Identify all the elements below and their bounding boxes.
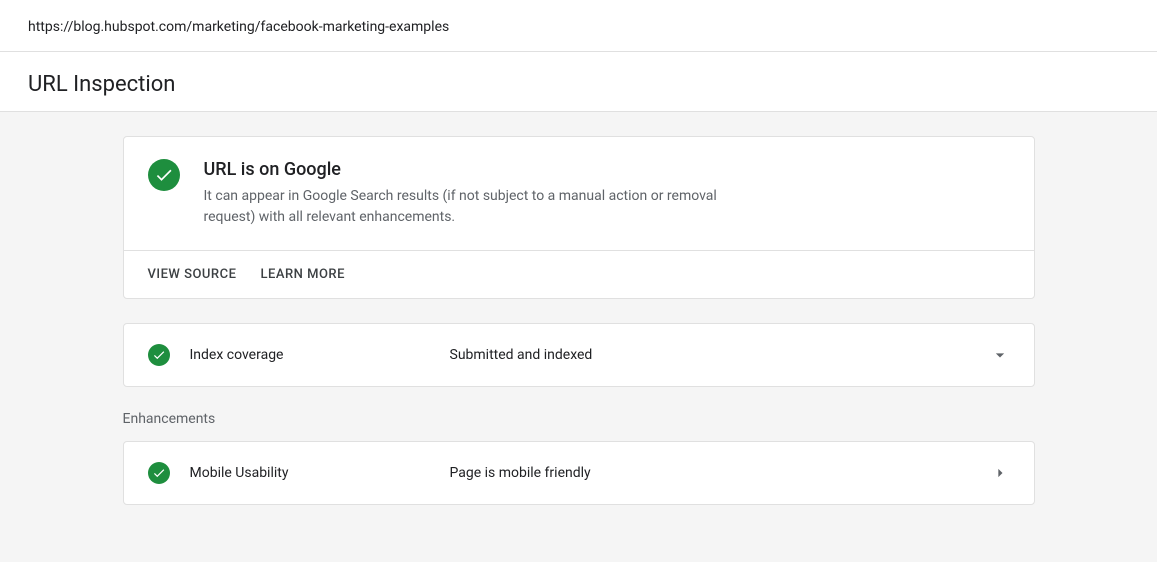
status-card-main: URL is on Google It can appear in Google… bbox=[124, 137, 1034, 250]
index-coverage-value: Submitted and indexed bbox=[450, 347, 970, 363]
check-icon bbox=[148, 344, 170, 366]
status-card: URL is on Google It can appear in Google… bbox=[123, 136, 1035, 299]
page-title: URL Inspection bbox=[28, 72, 1129, 97]
url-bar bbox=[0, 0, 1157, 52]
status-description: It can appear in Google Search results (… bbox=[204, 186, 764, 228]
chevron-right-icon bbox=[990, 463, 1010, 483]
mobile-usability-value: Page is mobile friendly bbox=[450, 465, 970, 481]
page-header: URL Inspection bbox=[0, 52, 1157, 112]
status-card-actions: VIEW SOURCE LEARN MORE bbox=[124, 250, 1034, 298]
check-icon bbox=[148, 462, 170, 484]
mobile-usability-label: Mobile Usability bbox=[190, 465, 430, 481]
index-coverage-row[interactable]: Index coverage Submitted and indexed bbox=[123, 323, 1035, 387]
check-icon bbox=[148, 159, 180, 191]
view-source-button[interactable]: VIEW SOURCE bbox=[148, 267, 237, 282]
content-area: URL is on Google It can appear in Google… bbox=[123, 112, 1035, 553]
enhancements-title: Enhancements bbox=[123, 411, 1035, 427]
learn-more-button[interactable]: LEARN MORE bbox=[260, 267, 344, 282]
mobile-usability-row[interactable]: Mobile Usability Page is mobile friendly bbox=[123, 441, 1035, 505]
index-coverage-label: Index coverage bbox=[190, 347, 430, 363]
status-text-block: URL is on Google It can appear in Google… bbox=[204, 159, 1010, 228]
status-heading: URL is on Google bbox=[204, 159, 1010, 180]
chevron-down-icon bbox=[990, 345, 1010, 365]
url-input[interactable] bbox=[28, 19, 1129, 35]
